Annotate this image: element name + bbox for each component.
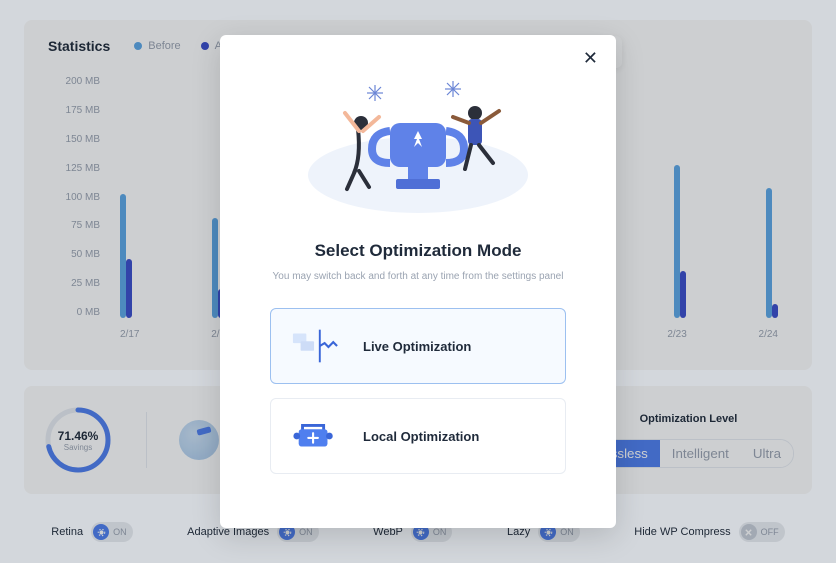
close-icon[interactable]: ✕ (583, 49, 598, 67)
modal-overlay[interactable]: ✕ (0, 0, 836, 563)
option-live-label: Live Optimization (363, 339, 471, 354)
modal-subtitle: You may switch back and forth at any tim… (270, 271, 566, 282)
celebration-illustration (270, 75, 566, 215)
option-live-optimization[interactable]: Live Optimization (270, 308, 566, 384)
live-optimization-icon (291, 329, 339, 363)
optimization-mode-modal: ✕ (220, 35, 616, 528)
local-optimization-icon (291, 419, 339, 453)
option-local-optimization[interactable]: Local Optimization (270, 398, 566, 474)
option-local-label: Local Optimization (363, 429, 479, 444)
modal-title: Select Optimization Mode (270, 241, 566, 261)
